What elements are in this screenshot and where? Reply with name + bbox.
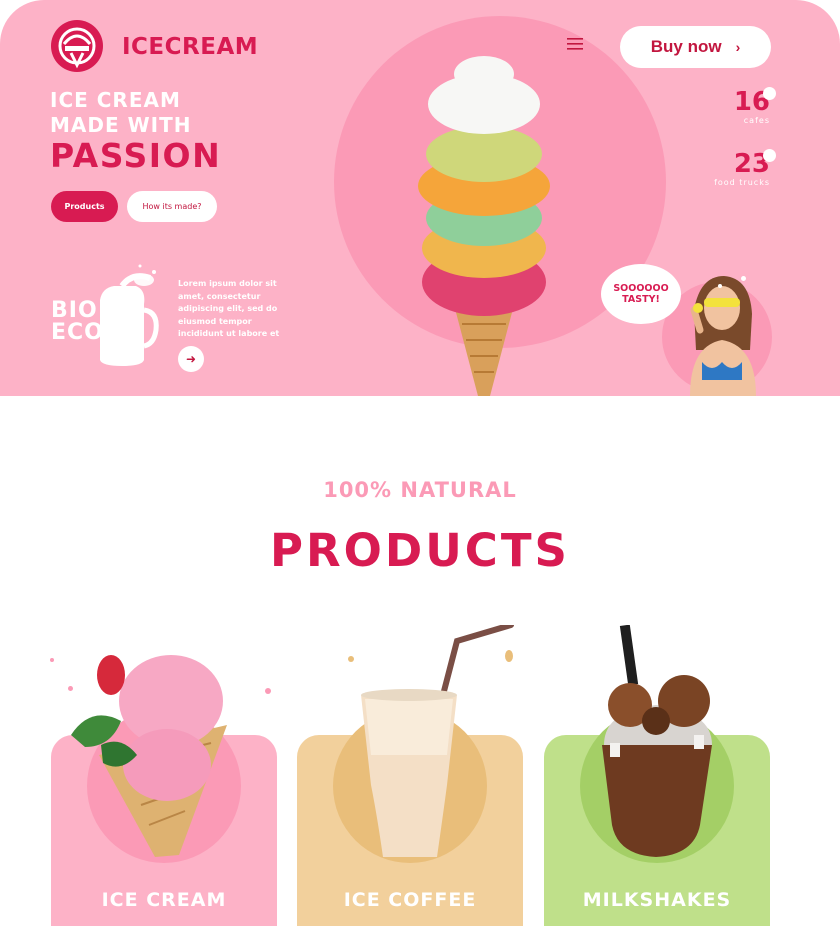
stat-dot [763, 149, 776, 162]
stat-cafes-label: cafes [743, 116, 770, 125]
hero-headline-big: PASSION [50, 136, 222, 175]
hero-headline-small: ICE CREAM MADE WITH [50, 88, 192, 137]
buy-now-label: Buy now [650, 37, 722, 56]
ice-coffee-glass-image [297, 622, 523, 865]
ice-cream-logo-icon[interactable] [51, 20, 103, 72]
buy-now-button[interactable]: Buy now › [620, 26, 771, 68]
stat-cafes-value: 16 [733, 87, 770, 117]
product-card-milkshakes[interactable]: MILKSHAKES [544, 624, 770, 926]
product-card-ice-coffee[interactable]: ICE COFFEE [297, 622, 523, 926]
bubble-line-2: TASTY! [622, 294, 660, 305]
section-title: PRODUCTS [270, 524, 570, 577]
speech-bubble: SOOOOOO TASTY! [601, 264, 681, 324]
card-label: MILKSHAKES [582, 889, 732, 911]
stat-dot [763, 87, 776, 100]
sprinkle [718, 284, 722, 288]
product-card-ice-cream[interactable]: ICE CREAM [51, 655, 277, 926]
stat-food-trucks-label: food trucks [714, 178, 770, 187]
stat-food-trucks: 23 food trucks [700, 149, 776, 187]
milk-jug-image [92, 260, 162, 370]
milkshake-glass-image [544, 624, 770, 865]
girl-eating-ice-cream-image [680, 270, 764, 396]
menu-icon[interactable] [566, 36, 584, 50]
stat-food-trucks-value: 23 [733, 149, 770, 179]
card-label: ICE CREAM [101, 889, 227, 911]
brand-name[interactable]: ICECREAM [122, 34, 258, 60]
section-subtitle: 100% NATURAL [323, 478, 517, 502]
ice-cream-cup-image [51, 625, 277, 865]
card-label: ICE COFFEE [343, 889, 477, 911]
sprinkle [741, 276, 746, 281]
ice-cream-cone-image [404, 52, 564, 396]
arrow-right-icon[interactable]: ➜ [178, 346, 204, 372]
products-button[interactable]: Products [51, 191, 118, 222]
chevron-right-icon: › [735, 39, 741, 55]
hero-description: Lorem ipsum dolor sit amet, consectetur … [178, 279, 280, 338]
how-its-made-button[interactable]: How its made? [127, 191, 217, 222]
stat-cafes: 16 cafes [700, 87, 776, 125]
bubble-line-1: SOOOOOO [613, 283, 669, 294]
hero-section: ICECREAM Buy now › ICE CREAM MADE WITH P… [0, 0, 840, 396]
